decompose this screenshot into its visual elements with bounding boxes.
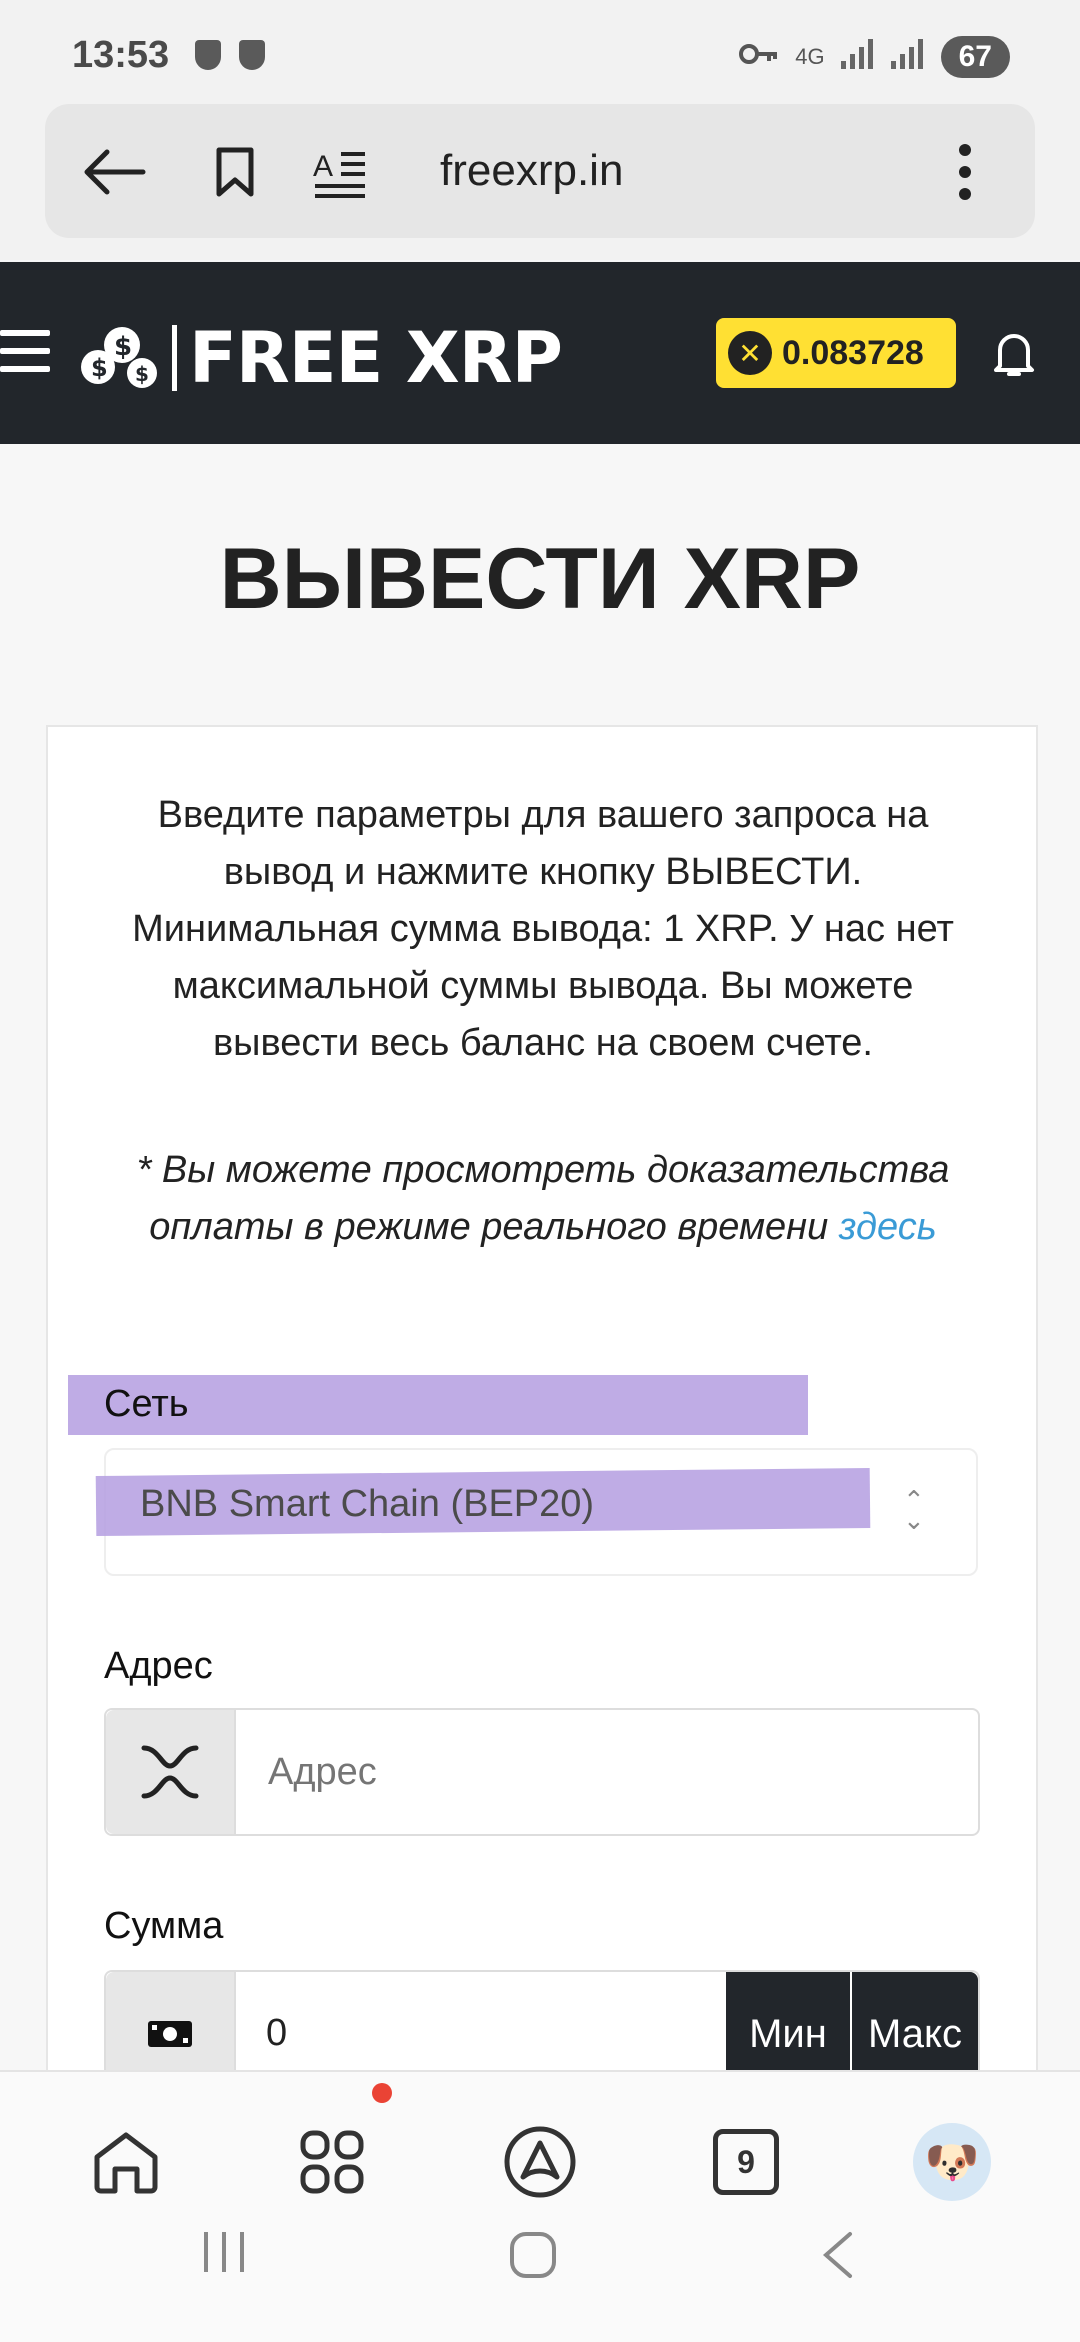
svg-text:$: $ — [91, 354, 108, 382]
page-title: ВЫВЕСТИ XRP — [219, 531, 861, 627]
site-header: $ $ $ FREE XRP ✕ 0.083728 — [0, 262, 1080, 444]
bell-icon[interactable] — [992, 330, 1036, 383]
xrp-icon — [106, 1710, 236, 1834]
back-icon[interactable] — [75, 132, 155, 212]
svg-text:$: $ — [135, 362, 149, 386]
proof-note: * Вы можете просмотреть доказательства о… — [88, 1142, 998, 1256]
status-left-icons — [195, 40, 265, 70]
notification-dot — [372, 2083, 392, 2103]
network-label: Сеть — [104, 1383, 189, 1425]
select-chevron-icon: ⌃ ⌄ — [903, 1485, 925, 1535]
tabs-button[interactable]: 9 — [706, 2122, 786, 2202]
status-bar: 13:53 4G 67 — [0, 0, 1080, 100]
status-time: 13:53 — [72, 34, 170, 76]
withdraw-description: Введите параметры для вашего запроса на … — [132, 794, 954, 1064]
bookmark-icon[interactable] — [195, 132, 275, 212]
battery-indicator: 67 — [940, 36, 1010, 78]
address-input-group — [104, 1708, 980, 1836]
key-icon — [739, 41, 779, 73]
recent-apps-icon[interactable] — [200, 2230, 248, 2274]
browser-toolbar: A freexrp.in — [0, 100, 1080, 260]
svg-text:A: A — [313, 150, 333, 183]
home-icon[interactable] — [86, 2122, 166, 2202]
balance-badge[interactable]: ✕ 0.083728 — [716, 318, 956, 388]
dog-avatar-icon: 🐶 — [913, 2123, 991, 2201]
back-nav-icon[interactable] — [820, 2230, 854, 2280]
network-select-value: BNB Smart Chain (BEP20) — [140, 1483, 595, 1525]
balance-value: 0.083728 — [782, 333, 924, 372]
amount-input[interactable]: 0 — [266, 2012, 287, 2055]
apps-grid-icon[interactable] — [292, 2122, 372, 2202]
address-label: Адрес — [104, 1645, 213, 1687]
xrp-coin-icon: ✕ — [728, 331, 772, 375]
signal-icon — [890, 39, 925, 75]
profile-avatar[interactable]: 🐶 — [912, 2122, 992, 2202]
address-bar[interactable]: A freexrp.in — [45, 104, 1035, 238]
svg-text:$: $ — [114, 332, 132, 362]
shield-icon — [239, 40, 265, 70]
menu-icon[interactable] — [0, 330, 50, 384]
proof-link[interactable]: здесь — [839, 1206, 937, 1248]
bottom-navigation: 9 🐶 — [0, 2070, 1080, 2342]
more-options-icon[interactable] — [925, 132, 1005, 212]
assistant-icon[interactable] — [500, 2122, 580, 2202]
home-nav-icon[interactable] — [508, 2230, 558, 2280]
logo-text: FREE XRP — [189, 317, 563, 399]
amount-label: Сумма — [104, 1905, 224, 1947]
reader-mode-icon[interactable]: A — [300, 132, 380, 212]
tab-count: 9 — [713, 2129, 779, 2195]
shield-icon — [195, 40, 221, 70]
network-type: 4G — [795, 44, 825, 69]
status-right-icons: 4G 67 — [739, 36, 1010, 78]
address-input[interactable] — [266, 1750, 950, 1795]
site-logo[interactable]: $ $ $ FREE XRP — [80, 317, 563, 399]
proof-note-text: * Вы можете просмотреть доказательства о… — [136, 1149, 950, 1248]
signal-icon — [840, 39, 875, 75]
coins-icon: $ $ $ — [81, 327, 157, 388]
url-text[interactable]: freexrp.in — [440, 146, 623, 196]
